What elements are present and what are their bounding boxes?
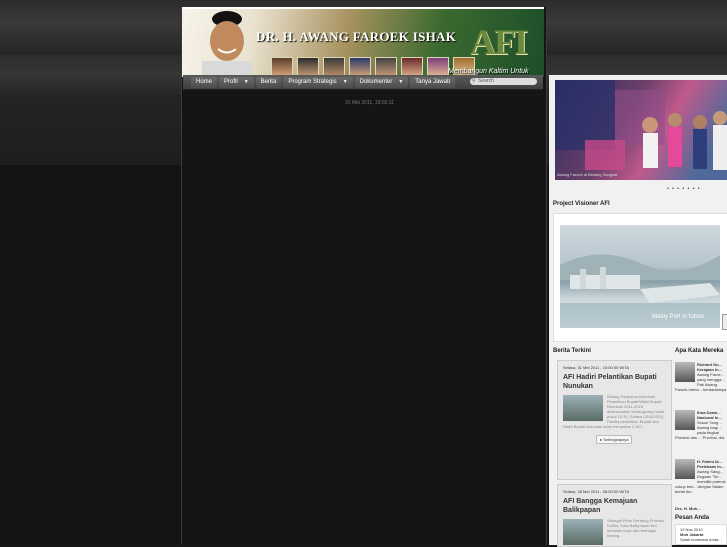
photo-slider[interactable]: [555, 80, 727, 180]
nav-label: Tanya Jawab: [415, 79, 451, 85]
next-arrow-button[interactable]: [722, 314, 727, 330]
testimonial-name[interactable]: H. Fahmi Id... Pertekaan In...: [697, 459, 724, 469]
news-thumbnail[interactable]: [563, 519, 603, 545]
testimonial-item: Drs. H. Muh...: [675, 506, 727, 511]
caret-down-icon: ▼: [398, 79, 404, 85]
nav-profil[interactable]: Profil ▼: [219, 77, 254, 88]
photo-thumb: [297, 57, 319, 77]
nav-program-strategis[interactable]: Program Strategis ▼: [283, 77, 353, 88]
nav-berita[interactable]: Berita: [255, 77, 282, 88]
nav-home[interactable]: Home: [191, 77, 218, 88]
guestbook-entry: 19 Nov 2010 Moh Jakarta Salah komentar A…: [675, 524, 727, 545]
caret-down-icon: ▼: [243, 79, 249, 85]
port-illustration: [560, 254, 720, 328]
testimonial-item: H. Fahmi Id... Pertekaan In... Awang San…: [675, 459, 727, 494]
news-card: Selasa, 28 Mei 2011 - 08:00:00 WITA AFI …: [557, 484, 672, 547]
nav-dokumenter[interactable]: Dokumenter ▼: [354, 77, 409, 88]
testimonial-item: Ema Dzam... Nasional In... Sosok Yang ..…: [675, 410, 727, 440]
avatar: [675, 362, 695, 382]
nav-tanya-jawab[interactable]: Tanya Jawab: [410, 77, 456, 88]
news-excerpt: Sebagai Pintu Gerbang Provinsi Kaltim, K…: [607, 518, 664, 538]
slider-caption: Awang Faroek di Bintang Sangkar: [557, 172, 618, 177]
testimonial-name[interactable]: Drs. H. Muh...: [675, 506, 701, 511]
search-input[interactable]: ⚲ Search: [470, 78, 537, 85]
testimonial-item: Richard Gu... Kerajaan In... Awang Faroe…: [675, 362, 727, 392]
photo-thumb: [401, 57, 423, 77]
site-header: DR. H. AWANG FAROEK ISHAK AFI Membangun …: [182, 7, 544, 77]
current-datetime: 31 Mei 2011, 18:02:11: [345, 100, 395, 106]
nav-label: Home: [196, 79, 213, 85]
site-title: DR. H. AWANG FAROEK ISHAK: [256, 29, 457, 44]
section-title: Berita Terkini: [553, 348, 591, 354]
photo-thumb: [271, 57, 293, 77]
project-visioner-caption: Maloy Port in future: [652, 314, 705, 320]
photo-thumb: [427, 57, 449, 77]
news-date: Selasa, 28 Mei 2011 - 08:00:00 WITA: [563, 489, 630, 494]
news-body: Sebagai Pintu Gerbang Provinsi Kaltim, K…: [558, 515, 671, 545]
read-more-button[interactable]: ▸ Selengkapnya: [596, 435, 633, 444]
section-title: Apa Kata Mereka: [675, 348, 724, 354]
nav-label: Dokumenter: [359, 79, 393, 85]
news-card: Selasa, 31 Mei 2011 - 10:00:00 WITA AFI …: [557, 360, 672, 480]
section-title: Pesan Anda: [675, 515, 710, 521]
testimonial-name[interactable]: Ema Dzam... Nasional In...: [697, 410, 722, 420]
photo-thumb: [349, 57, 371, 77]
slider-pagination[interactable]: • • • • • • •: [667, 186, 701, 192]
news-thumbnail[interactable]: [563, 395, 603, 421]
nav-label: Program Strategis: [288, 79, 337, 85]
search-placeholder: Search: [478, 78, 494, 84]
news-date: Selasa, 31 Mei 2011 - 10:00:00 WITA: [563, 365, 630, 370]
nav-label: Profil: [224, 79, 238, 85]
slider-photo: [555, 80, 727, 170]
news-title[interactable]: AFI Hadiri Pelantikan Bupati Nunukan: [558, 370, 671, 391]
testimonial-name[interactable]: Richard Gu... Kerajaan In...: [697, 362, 722, 372]
section-title: Project Visioner AFI: [553, 201, 610, 207]
read-more-label: Selengkapnya: [603, 437, 629, 442]
search-icon: ⚲: [472, 78, 476, 84]
photo-thumb: [323, 57, 345, 77]
guestbook-text: Salah komentar Anda...: [680, 537, 722, 542]
portrait-image: [202, 11, 252, 77]
afi-logo: AFI: [470, 22, 528, 62]
project-visioner-image[interactable]: [560, 225, 720, 328]
avatar: [675, 459, 695, 479]
header-photo-strip: [271, 57, 475, 77]
caret-down-icon: ▼: [342, 79, 348, 85]
nav-label: Berita: [260, 79, 277, 85]
photo-thumb: [375, 57, 397, 77]
avatar: [675, 410, 695, 430]
news-body: Sidang Paripurna Istimewa Pelantikan Bup…: [558, 391, 671, 432]
main-navbar: Home Profil ▼ Berita Program Strategis ▼ D…: [183, 75, 543, 90]
news-title[interactable]: AFI Bangga Kemajuan Balikpapan: [558, 494, 671, 515]
